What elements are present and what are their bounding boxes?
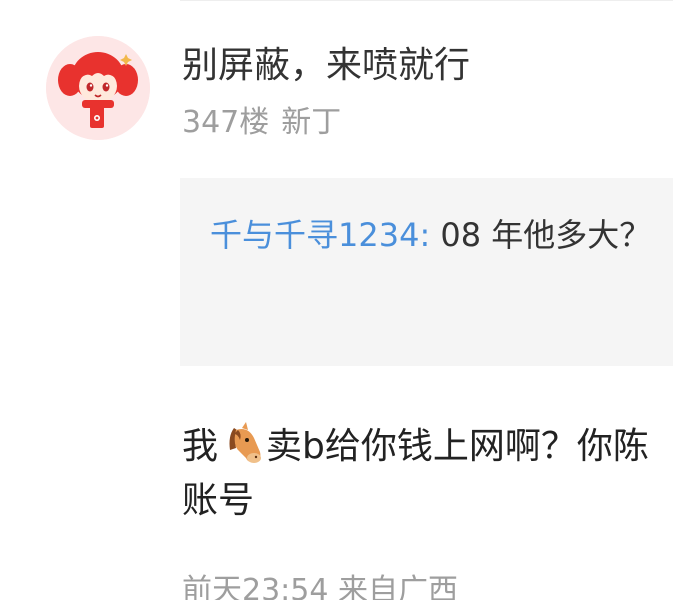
floor-number: 347楼 <box>182 105 270 140</box>
horse-emoji-icon <box>220 422 264 466</box>
comment-content: 我 卖b给你钱上网啊？你陈 账号 <box>182 420 673 528</box>
content-text-line2: 账号 <box>182 480 255 521</box>
divider <box>180 0 673 1</box>
quote-text: 08 年他多大？ <box>430 216 652 254</box>
quote-line: 千与千寻1234: 08 年他多大？ <box>210 214 651 256</box>
avatar[interactable] <box>46 36 150 140</box>
comment-item: 别屏蔽，来喷就行 347楼 新丁 千与千寻1234: 08 年他多大？ 我 卖b… <box>0 0 673 600</box>
avatar-image <box>46 36 150 140</box>
content-text-part1: 我 <box>182 426 219 467</box>
post-meta: 347楼 新丁 <box>182 104 341 142</box>
post-timestamp: 前天23:54 来自广西 <box>182 573 458 600</box>
quoted-reply[interactable]: 千与千寻1234: 08 年他多大？ <box>180 178 673 366</box>
quote-username[interactable]: 千与千寻1234: <box>210 216 430 254</box>
level-badge: 新丁 <box>281 105 342 140</box>
content-text-part2: 卖b给你钱上网啊？你陈 <box>266 426 649 467</box>
username[interactable]: 别屏蔽，来喷就行 <box>182 44 470 88</box>
